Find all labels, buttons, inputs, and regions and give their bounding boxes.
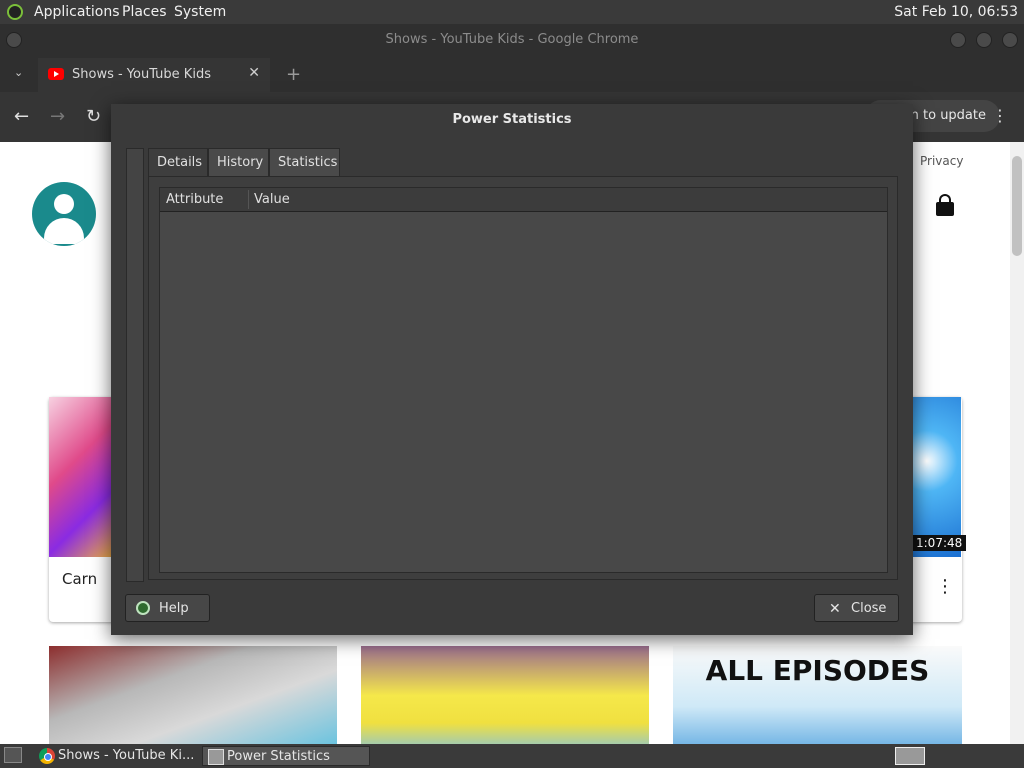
system-menu[interactable]: System <box>174 4 226 20</box>
column-value[interactable]: Value <box>254 192 290 207</box>
close-button[interactable]: ✕ Close <box>814 594 899 622</box>
new-tab-button[interactable]: + <box>286 64 301 85</box>
youtube-favicon-icon <box>48 68 64 80</box>
page-scrollbar[interactable] <box>1010 142 1024 744</box>
tab-statistics[interactable]: Statistics <box>269 148 340 176</box>
details-panel: Attribute Value <box>148 176 898 580</box>
help-button[interactable]: Help <box>125 594 210 622</box>
video-duration-badge: 1:07:48 <box>912 535 967 551</box>
video-thumbnail-3[interactable] <box>912 397 961 557</box>
distro-logo-icon[interactable] <box>7 4 23 20</box>
attribute-table[interactable]: Attribute Value <box>159 187 888 573</box>
close-window-button[interactable] <box>1002 32 1018 48</box>
thumbnail-caption: ALL EPISODES <box>705 654 930 687</box>
privacy-link[interactable]: Privacy <box>920 154 963 168</box>
taskbar-item-label: Power Statistics <box>227 749 330 764</box>
close-button-label: Close <box>851 601 887 616</box>
video-title-1[interactable]: Carn <box>62 570 97 588</box>
profile-avatar[interactable] <box>32 182 96 246</box>
window-title: Shows - YouTube Kids - Google Chrome <box>385 32 639 47</box>
video-menu-icon[interactable]: ⋮ <box>936 576 954 597</box>
avatar-head-icon <box>54 194 74 214</box>
video-thumbnail-6[interactable]: ALL EPISODES <box>673 646 962 744</box>
video-thumbnail-5[interactable] <box>361 646 649 744</box>
clock[interactable]: Sat Feb 10, 06:53 <box>894 4 1018 20</box>
tab-details[interactable]: Details <box>148 148 208 178</box>
chrome-icon <box>39 748 55 764</box>
taskbar-item-power-statistics[interactable]: Power Statistics <box>202 746 370 766</box>
chrome-menu-icon[interactable]: ⋮ <box>992 106 1008 125</box>
column-attribute[interactable]: Attribute <box>166 192 223 207</box>
device-list-pane[interactable] <box>126 148 144 582</box>
scrollbar-thumb[interactable] <box>1012 156 1022 256</box>
tab-bar: ⌄ Shows - YouTube Kids ✕ + <box>0 58 1024 92</box>
table-header: Attribute Value <box>160 188 887 212</box>
lock-icon[interactable] <box>936 194 954 216</box>
dialog-title: Power Statistics <box>452 112 572 127</box>
maximize-button[interactable] <box>976 32 992 48</box>
avatar-body-icon <box>44 218 84 244</box>
taskbar-item-chrome[interactable]: Shows - YouTube Ki... <box>34 746 198 766</box>
video-thumbnail-1[interactable] <box>49 397 114 557</box>
places-menu[interactable]: Places <box>122 4 167 20</box>
back-button[interactable]: ← <box>14 106 29 127</box>
column-separator[interactable] <box>248 190 249 209</box>
video-thumbnail-4[interactable] <box>49 646 337 744</box>
workspace-switcher[interactable] <box>895 747 925 765</box>
tab-history[interactable]: History <box>208 148 269 176</box>
tab-search-icon[interactable]: ⌄ <box>14 66 23 79</box>
forward-button[interactable]: → <box>50 106 65 127</box>
bottom-panel: Shows - YouTube Ki... Power Statistics <box>0 744 1024 768</box>
tab-title: Shows - YouTube Kids <box>72 67 211 82</box>
power-statistics-dialog: Power Statistics Details History Statist… <box>111 104 913 635</box>
tab-close-icon[interactable]: ✕ <box>248 65 260 81</box>
help-icon <box>136 601 150 615</box>
tab-youtube-kids[interactable]: Shows - YouTube Kids ✕ <box>38 58 270 92</box>
close-icon: ✕ <box>829 601 841 617</box>
notebook: Details History Statistics Attribute Val… <box>148 148 898 580</box>
chrome-titlebar[interactable]: Shows - YouTube Kids - Google Chrome <box>0 24 1024 58</box>
top-panel: Applications Places System Sat Feb 10, 0… <box>0 0 1024 24</box>
taskbar-item-label: Shows - YouTube Ki... <box>58 748 195 763</box>
show-desktop-icon[interactable] <box>4 747 22 763</box>
power-statistics-icon <box>208 749 224 765</box>
minimize-button[interactable] <box>950 32 966 48</box>
reload-button[interactable]: ↻ <box>86 106 101 127</box>
applications-menu[interactable]: Applications <box>34 4 120 20</box>
help-button-label: Help <box>159 601 189 616</box>
